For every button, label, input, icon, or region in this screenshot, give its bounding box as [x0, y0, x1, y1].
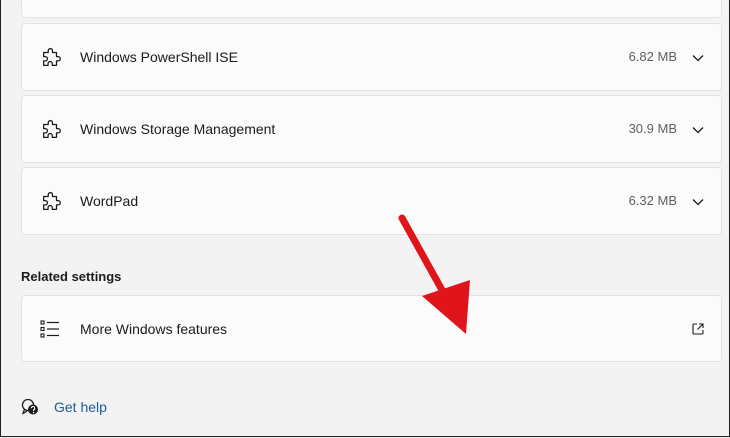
feature-item-wordpad[interactable]: WordPad 6.32 MB: [21, 167, 722, 235]
feature-name: Windows Storage Management: [80, 121, 276, 137]
feature-item-storage-management[interactable]: Windows Storage Management 30.9 MB: [21, 95, 722, 163]
chevron-down-icon[interactable]: [691, 51, 705, 65]
puzzle-icon: [43, 119, 61, 138]
feature-name: WordPad: [80, 193, 139, 209]
external-link-icon: [692, 323, 704, 335]
related-settings-heading: Related settings: [21, 269, 122, 284]
puzzle-icon: [43, 47, 61, 66]
more-windows-features-link[interactable]: More Windows features: [21, 295, 722, 362]
feature-card-partial[interactable]: [21, 0, 722, 18]
help-icon: [21, 398, 38, 415]
puzzle-icon: [43, 191, 61, 210]
related-item-label: More Windows features: [80, 321, 228, 337]
feature-name: Windows PowerShell ISE: [80, 49, 238, 65]
feature-size: 30.9 MB: [628, 121, 677, 136]
chevron-down-icon[interactable]: [691, 123, 705, 137]
get-help-link[interactable]: Get help: [54, 399, 107, 415]
chevron-down-icon[interactable]: [691, 195, 705, 209]
feature-size: 6.82 MB: [628, 49, 677, 64]
feature-size: 6.32 MB: [628, 193, 677, 208]
list-icon: [40, 320, 59, 338]
feature-item-powershell-ise[interactable]: Windows PowerShell ISE 6.82 MB: [21, 23, 722, 91]
